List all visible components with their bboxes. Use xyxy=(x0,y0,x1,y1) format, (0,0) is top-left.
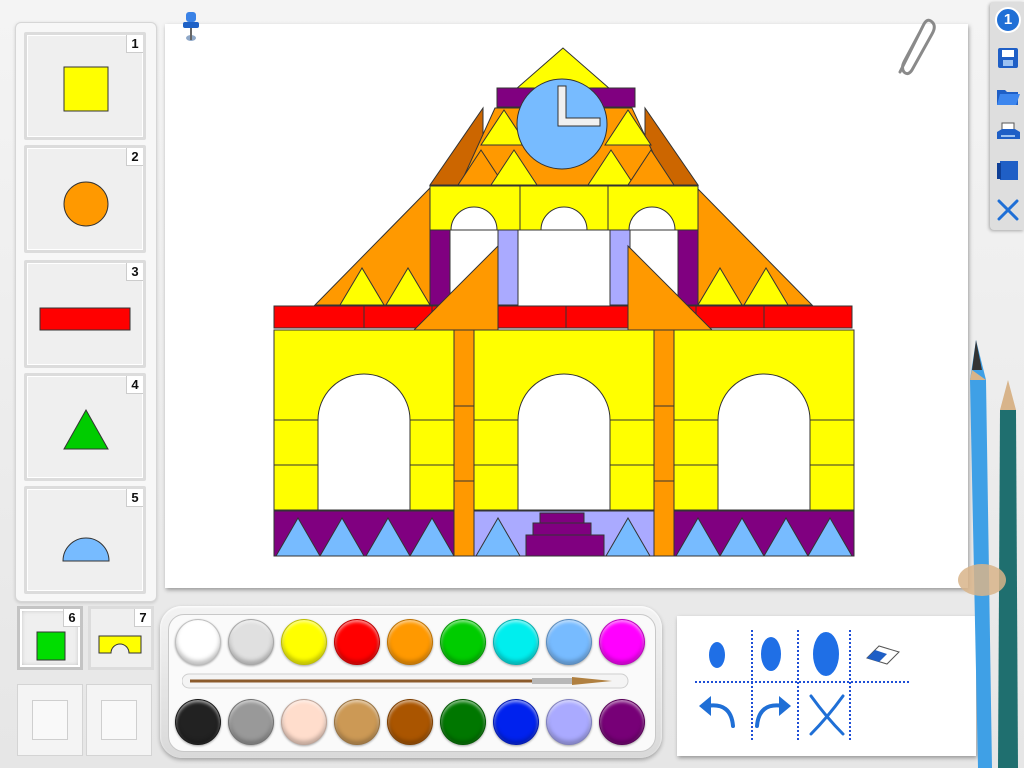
eraser-icon[interactable] xyxy=(863,640,903,670)
close-icon xyxy=(997,199,1019,221)
badge-count: 1 xyxy=(1003,11,1013,28)
shape-slot-5[interactable]: 5 xyxy=(24,486,146,594)
color-swatch[interactable] xyxy=(175,699,221,745)
half-circle-shape-icon xyxy=(62,537,110,562)
square-shape-icon xyxy=(63,66,109,112)
save-button[interactable] xyxy=(994,44,1022,72)
new-page-button[interactable] xyxy=(994,156,1022,184)
shape-slot-2[interactable]: 2 xyxy=(24,145,146,253)
color-swatch[interactable] xyxy=(228,699,274,745)
pushpin-icon xyxy=(183,12,199,41)
brush-small-icon[interactable] xyxy=(705,638,729,672)
color-swatch[interactable] xyxy=(228,619,274,665)
color-swatch[interactable] xyxy=(493,699,539,745)
color-swatch[interactable] xyxy=(175,619,221,665)
pencils-decoration xyxy=(958,340,1018,768)
color-swatch[interactable] xyxy=(334,699,380,745)
new-page-icon xyxy=(997,161,1018,180)
castle-drawing xyxy=(273,47,855,557)
color-swatch[interactable] xyxy=(334,619,380,665)
print-button[interactable] xyxy=(994,118,1022,146)
clear-icon[interactable] xyxy=(805,690,849,738)
drawing-canvas[interactable] xyxy=(165,24,968,588)
color-swatch[interactable] xyxy=(546,699,592,745)
color-swatch[interactable] xyxy=(440,699,486,745)
color-swatch[interactable] xyxy=(440,619,486,665)
open-button[interactable] xyxy=(994,82,1022,110)
shape-slot-1[interactable]: 1 xyxy=(24,32,146,140)
shape-slot-4[interactable]: 4 xyxy=(24,373,146,481)
shape-number: 6 xyxy=(63,609,80,627)
shape-slot-6[interactable]: 6 xyxy=(17,606,83,670)
brush-tools-panel xyxy=(677,616,976,756)
redo-icon[interactable] xyxy=(751,692,795,732)
paperclip-icon xyxy=(898,18,936,76)
color-swatch[interactable] xyxy=(546,619,592,665)
color-swatch[interactable] xyxy=(493,619,539,665)
open-folder-icon xyxy=(997,90,1020,105)
color-swatch[interactable] xyxy=(281,699,327,745)
undo-icon[interactable] xyxy=(695,692,739,732)
print-icon xyxy=(997,122,1020,139)
color-swatch[interactable] xyxy=(281,619,327,665)
file-toolbar: 1 xyxy=(990,2,1024,230)
circle-shape-icon xyxy=(63,181,109,227)
triangle-shape-icon xyxy=(63,408,109,450)
empty-shape-slot[interactable] xyxy=(86,684,152,756)
brush-large-icon[interactable] xyxy=(810,630,842,678)
brush-medium-icon[interactable] xyxy=(757,634,785,674)
empty-shape-slot[interactable] xyxy=(17,684,83,756)
color-swatch[interactable] xyxy=(387,699,433,745)
notification-badge[interactable]: 1 xyxy=(994,6,1022,34)
color-swatch[interactable] xyxy=(599,619,645,665)
shape-slot-3[interactable]: 3 xyxy=(24,260,146,368)
save-icon xyxy=(998,48,1018,68)
shape-number: 7 xyxy=(134,609,151,627)
shape-slot-7[interactable]: 7 xyxy=(88,606,154,670)
close-button[interactable] xyxy=(994,196,1022,224)
rectangle-shape-icon xyxy=(39,307,131,331)
color-swatch[interactable] xyxy=(387,619,433,665)
paintbrush-icon xyxy=(182,673,629,689)
color-swatch[interactable] xyxy=(599,699,645,745)
